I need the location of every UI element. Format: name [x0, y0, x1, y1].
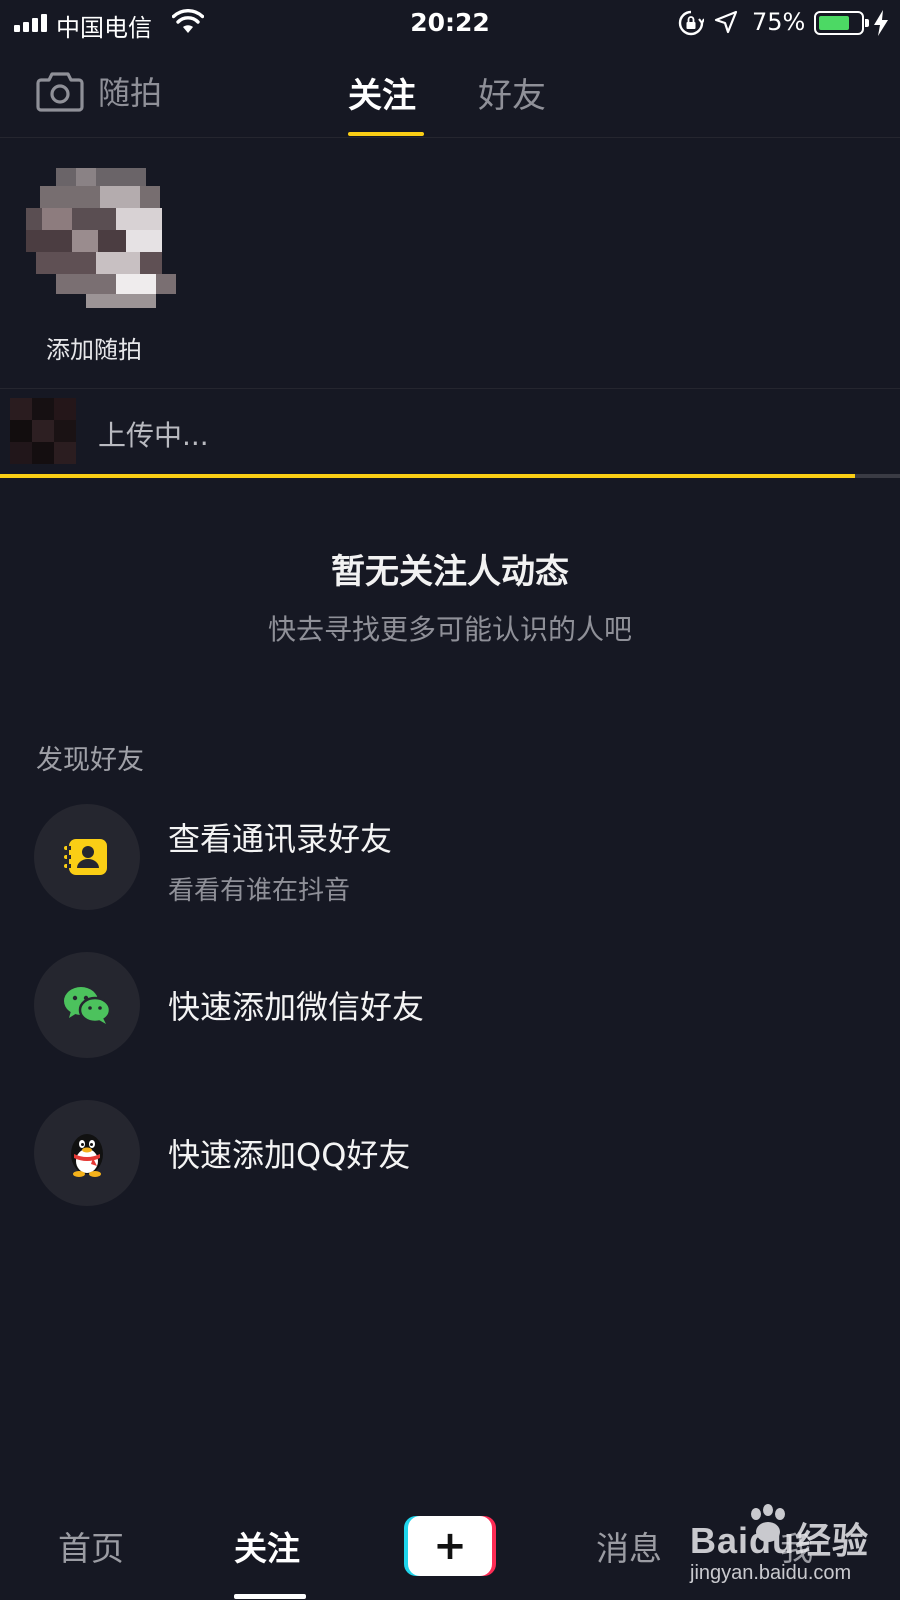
nav-follow[interactable]: 关注: [234, 1522, 300, 1570]
nav-messages[interactable]: 消息: [596, 1522, 662, 1570]
baidu-watermark: Baidu经验 jingyan.baidu.com: [690, 1504, 890, 1594]
top-nav: 随拍 关注 好友: [0, 46, 900, 138]
status-bar: 中国电信 20:22 75%: [0, 0, 900, 46]
contacts-friends-item[interactable]: 查看通讯录好友 看看有谁在抖音: [34, 804, 864, 910]
watermark-brand: Baidu经验: [690, 1520, 870, 1561]
contacts-friends-subtitle: 看看有谁在抖音: [168, 876, 351, 906]
upload-progress-fill: [0, 474, 855, 478]
nav-home[interactable]: 首页: [58, 1522, 124, 1570]
quick-shot-button[interactable]: 随拍: [36, 68, 162, 114]
upload-thumbnail: [10, 398, 76, 464]
empty-state-title: 暂无关注人动态: [331, 552, 569, 592]
add-story[interactable]: 添加随拍: [26, 168, 176, 364]
charging-icon: [874, 10, 888, 36]
quick-shot-label: 随拍: [98, 74, 163, 112]
watermark-url: jingyan.baidu.com: [690, 1562, 852, 1584]
qq-friends-item[interactable]: 快速添加QQ好友: [34, 1100, 864, 1206]
active-tab-indicator: [348, 132, 424, 136]
orientation-lock-icon: [678, 10, 704, 36]
battery-percent: 75%: [752, 8, 806, 36]
camera-icon: [36, 72, 84, 112]
contacts-icon: [34, 804, 140, 910]
avatar: [26, 168, 176, 308]
qq-icon: [34, 1100, 140, 1206]
plus-icon: +: [408, 1516, 492, 1576]
discover-friends-heading: 发现好友: [36, 745, 144, 776]
battery-icon: [814, 11, 869, 35]
location-icon: [714, 10, 738, 34]
divider: [0, 388, 900, 389]
create-button[interactable]: +: [404, 1516, 496, 1576]
qq-friends-title: 快速添加QQ好友: [168, 1136, 411, 1174]
empty-state-subtitle: 快去寻找更多可能认识的人吧: [267, 613, 632, 646]
tab-follow[interactable]: 关注: [348, 68, 416, 117]
add-story-label: 添加随拍: [46, 336, 142, 364]
wechat-friends-title: 快速添加微信好友: [168, 988, 425, 1026]
nav-active-indicator: [234, 1594, 306, 1599]
tab-friends[interactable]: 好友: [478, 68, 546, 117]
upload-progress-bar: [0, 474, 900, 478]
contacts-friends-title: 查看通讯录好友: [168, 820, 393, 858]
upload-status: 上传中...: [98, 419, 209, 452]
battery-level-fill: [819, 16, 849, 30]
wechat-icon: [34, 952, 140, 1058]
wechat-friends-item[interactable]: 快速添加微信好友: [34, 952, 864, 1058]
